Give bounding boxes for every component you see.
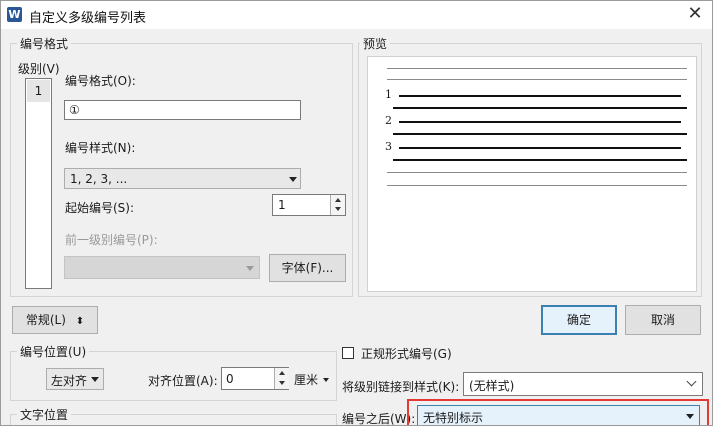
number-position-legend: 编号位置(U) (17, 343, 90, 360)
legal-numbering-checkbox[interactable] (342, 347, 354, 359)
unit-select[interactable]: 厘米 (294, 371, 329, 388)
preview-line (399, 95, 681, 97)
dropdown-arrow-icon (289, 177, 297, 182)
preview-line (387, 185, 687, 186)
level-label: 级别(V) (18, 62, 60, 76)
preview-legend: 预览 (360, 35, 391, 52)
dropdown-arrow-icon (246, 266, 254, 271)
normal-button-label: 常规(L) (25, 313, 66, 327)
start-number-value: 1 (278, 198, 286, 212)
spin-down-icon[interactable] (335, 207, 341, 211)
dropdown-arrow-icon (322, 378, 329, 382)
level-item-1[interactable]: 1 (27, 80, 50, 102)
after-number-value: 无特别标示 (423, 411, 484, 425)
dropdown-arrow-icon (91, 377, 99, 382)
format-input[interactable]: ① (64, 100, 301, 120)
unit-value: 厘米 (294, 373, 319, 387)
dropdown-arrow-icon (686, 414, 694, 419)
style-select-value: 1, 2, 3, ... (70, 172, 128, 186)
start-number-spinner[interactable] (330, 195, 345, 215)
spin-up-icon[interactable] (279, 371, 285, 375)
align-position-spinner[interactable] (274, 368, 289, 389)
preview-line (399, 147, 681, 149)
start-label: 起始编号(S): (65, 201, 135, 215)
wps-writer-icon: W (7, 7, 22, 22)
align-position-value: 0 (226, 372, 234, 386)
after-number-label: 编号之后(W): (342, 412, 416, 426)
align-position-input[interactable]: 0 (221, 367, 289, 390)
preview-line (393, 159, 687, 161)
number-format-legend: 编号格式 (17, 35, 72, 52)
legal-numbering-label: 正规形式编号(G) (361, 347, 452, 361)
expand-collapse-icon: ⬍ (75, 316, 85, 327)
preview-line (387, 172, 687, 173)
align-position-label: 对齐位置(A): (148, 374, 218, 388)
text-position-legend: 文字位置 (17, 406, 72, 423)
dialog-title: 自定义多级编号列表 (29, 11, 147, 26)
preview-line (387, 79, 687, 80)
preview-line (393, 107, 687, 109)
chevron-down-icon (686, 376, 697, 387)
preview-line (399, 121, 681, 123)
preview-line (387, 68, 687, 69)
link-style-value: (无样式) (469, 379, 515, 393)
preview-number-2: 2 (385, 114, 392, 127)
cancel-button[interactable]: 取消 (625, 305, 701, 335)
preview-number-3: 3 (385, 140, 392, 153)
font-button[interactable]: 字体(F)... (269, 254, 346, 282)
prev-level-select[interactable] (64, 256, 260, 279)
preview-number-1: 1 (385, 88, 392, 101)
multilevel-list-dialog: W 自定义多级编号列表 ✕ 编号格式 级别(V) 1 编号格式(O): ① 编号… (0, 0, 713, 426)
after-number-select[interactable]: 无特别标示 (417, 405, 700, 425)
spin-down-icon[interactable] (279, 381, 285, 385)
ok-button[interactable]: 确定 (541, 305, 617, 335)
normal-toggle-button[interactable]: 常规(L) ⬍ (12, 306, 98, 334)
alignment-select[interactable]: 左对齐 (46, 368, 104, 390)
style-select[interactable]: 1, 2, 3, ... (64, 168, 301, 189)
prev-level-label: 前一级别编号(P): (65, 233, 158, 247)
title-bar: W 自定义多级编号列表 ✕ (1, 1, 712, 29)
close-icon[interactable]: ✕ (685, 3, 705, 24)
spin-up-icon[interactable] (335, 198, 341, 202)
start-number-input[interactable]: 1 (272, 194, 346, 216)
style-label: 编号样式(N): (65, 141, 136, 155)
format-label: 编号格式(O): (65, 74, 136, 88)
link-style-label: 将级别链接到样式(K): (342, 380, 460, 394)
alignment-value: 左对齐 (51, 374, 88, 388)
level-list[interactable]: 1 (25, 78, 52, 289)
preview-line (393, 133, 687, 135)
preview-area: 1 2 3 (367, 56, 697, 292)
link-style-select[interactable]: (无样式) (463, 372, 703, 396)
